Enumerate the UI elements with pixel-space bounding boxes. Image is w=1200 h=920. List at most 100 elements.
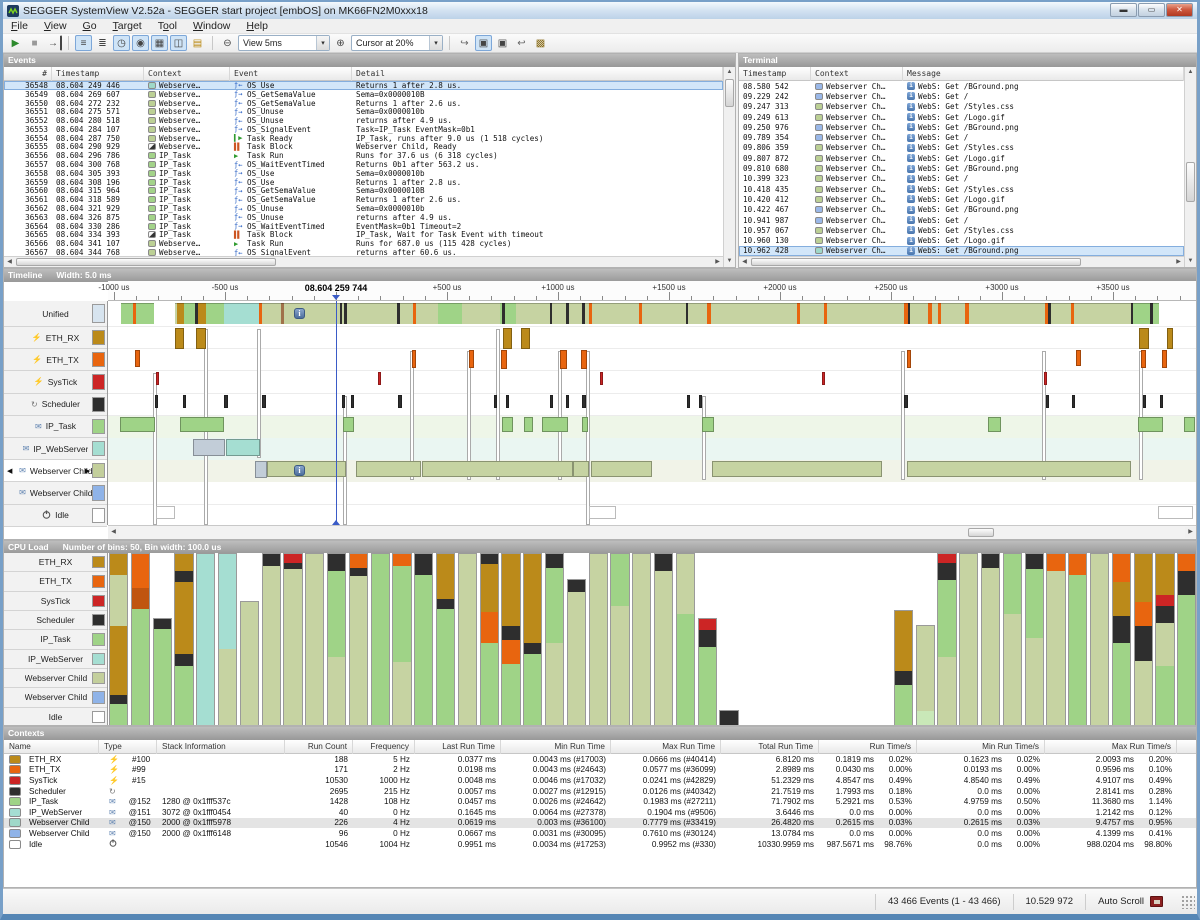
contexts-column-stack-information[interactable]: Stack Information: [157, 739, 285, 754]
context-row[interactable]: Idle 10546 1004 Hz 0.9951 ms 0.0034 ms (#172…: [4, 839, 1196, 850]
contexts-column-frequency[interactable]: Frequency: [353, 739, 415, 754]
event-row[interactable]: 36562 08.604 321 929 IP_Task ƒ→ OS_Unuse Sema…: [4, 204, 723, 213]
terminal-vertical-scrollbar[interactable]: ▲ ▼: [1184, 67, 1196, 267]
context-row[interactable]: IP_Task ✉ @152 1280 @ 0x1fff537c 1428 108 Hz 0…: [4, 796, 1196, 807]
terminal-row[interactable]: 10.941 987 Webserver Ch… i WebS: Get /: [739, 215, 1184, 225]
timeline-chart[interactable]: ii: [108, 301, 1196, 525]
context-row[interactable]: Scheduler ↻ 2695 215 Hz 0.0057 ms 0.0027 ms (…: [4, 786, 1196, 797]
event-row[interactable]: 36566 08.604 341 107 Webserve… ▶ Task Run Run…: [4, 239, 723, 248]
cpu-track-ip_webserver[interactable]: IP_WebServer: [4, 649, 107, 669]
terminal-row[interactable]: 09.810 680 Webserver Ch… i WebS: Get /BGrou…: [739, 163, 1184, 173]
menu-item-tool[interactable]: Tool: [150, 19, 185, 34]
event-row[interactable]: 36559 08.604 308 196 IP_Task ƒ← OS_Use Return…: [4, 178, 723, 187]
event-row[interactable]: 36557 08.604 300 768 IP_Task ƒ← OS_WaitEvent…: [4, 160, 723, 169]
event-fields-button[interactable]: ≣: [94, 35, 111, 51]
start-recording-button[interactable]: ▶: [7, 35, 24, 51]
cpu-track-idle[interactable]: Idle: [4, 707, 107, 725]
timeline-track-ip_task[interactable]: ✉ IP_Task: [4, 415, 107, 438]
terminal-row[interactable]: 09.229 242 Webserver Ch… i WebS: Get /: [739, 91, 1184, 101]
track-next-arrow[interactable]: ▶: [85, 467, 90, 475]
contexts-column-last-run-time[interactable]: Last Run Time: [415, 739, 501, 754]
event-row[interactable]: 36554 08.604 287 750 Webserve… ▍▶ Task Ready…: [4, 134, 723, 143]
terminal-row[interactable]: 10.399 323 Webserver Ch… i WebS: Get /: [739, 174, 1184, 184]
contexts-column-max-run-time-s[interactable]: Max Run Time/s: [1045, 739, 1177, 754]
contexts-column-name[interactable]: Name: [4, 739, 99, 754]
event-row[interactable]: 36548 08.604 249 446 Webserve… ƒ← OS_Use Retu…: [4, 81, 723, 90]
contexts-table-header[interactable]: Name Type Stack Information Run Count Freque…: [4, 739, 1196, 754]
terminal-row[interactable]: 10.422 467 Webserver Ch… i WebS: Get /BGrou…: [739, 205, 1184, 215]
events-column-Detail[interactable]: Detail: [352, 66, 723, 81]
minimize-button[interactable]: ▬: [1110, 3, 1137, 17]
event-row[interactable]: 36558 08.604 305 393 IP_Task ƒ→ OS_Use Sema=0…: [4, 169, 723, 178]
context-row[interactable]: IP_WebServer ✉ @151 3072 @ 0x1fff0454 40 0 Hz…: [4, 807, 1196, 818]
timeline-ruler[interactable]: -1000 us -500 us +500 us +1000 us +1500 us +2…: [98, 281, 1196, 301]
events-table-header[interactable]: # Timestamp Context Event Detail: [4, 66, 723, 81]
terminal-horizontal-scrollbar[interactable]: ◀ ▶: [739, 256, 1184, 267]
menu-item-help[interactable]: Help: [238, 19, 276, 34]
terminal-row[interactable]: 10.957 067 Webserver Ch… i WebS: Get /Style…: [739, 225, 1184, 235]
timeline-track-unified[interactable]: Unified: [4, 301, 107, 327]
terminal-row[interactable]: 09.789 354 Webserver Ch… i WebS: Get /: [739, 132, 1184, 142]
context-row[interactable]: SysTick ⚡ #15 10530 1000 Hz 0.0048 ms 0.0046 m…: [4, 775, 1196, 786]
event-row[interactable]: 36550 08.604 272 232 Webserve… ƒ← OS_GetSema…: [4, 99, 723, 108]
cpu-track-systick[interactable]: SysTick: [4, 591, 107, 611]
terminal-panel-button[interactable]: ◫: [170, 35, 187, 51]
context-row[interactable]: ETH_TX ⚡ #99 171 2 Hz 0.0198 ms 0.0043 ms (#24…: [4, 765, 1196, 776]
menu-item-target[interactable]: Target: [105, 19, 150, 34]
cpu-track-eth_tx[interactable]: ETH_TX: [4, 572, 107, 592]
event-row[interactable]: 36567 08.604 344 768 Webserve… ƒ← OS_SignalE…: [4, 248, 723, 256]
contexts-column-min-run-time-s[interactable]: Min Run Time/s: [917, 739, 1045, 754]
status-autoscroll[interactable]: Auto Scroll: [1085, 893, 1181, 910]
filter-button[interactable]: ▩: [532, 35, 549, 51]
log-panel-button[interactable]: ▤: [189, 35, 206, 51]
menu-item-view[interactable]: View: [36, 19, 75, 34]
timeline-panel-button[interactable]: ◷: [113, 35, 130, 51]
event-row[interactable]: 36560 08.604 315 964 IP_Task ƒ→ OS_GetSemaVa…: [4, 186, 723, 195]
contexts-column-type[interactable]: Type: [99, 739, 157, 754]
events-column-Context[interactable]: Context: [144, 66, 230, 81]
terminal-column-timestamp[interactable]: Timestamp: [739, 66, 811, 81]
terminal-table-header[interactable]: Timestamp Context Message: [739, 66, 1184, 81]
context-row[interactable]: Webserver Child ✉ @150 2000 @ 0x1fff5978 226…: [4, 817, 1196, 829]
contexts-column-run-count[interactable]: Run Count: [285, 739, 353, 754]
show-in-timeline-button[interactable]: ▣: [475, 35, 492, 51]
timeline-track-webserver-child[interactable]: ◀ ▶ ✉ Webserver Child: [4, 460, 107, 483]
info-icon[interactable]: i: [294, 465, 306, 477]
terminal-row[interactable]: 09.249 613 Webserver Ch… i WebS: Get /Logo.…: [739, 112, 1184, 122]
zoom-out-button[interactable]: ⊖: [219, 35, 236, 51]
goto-event-button[interactable]: ↪: [456, 35, 473, 51]
chevron-down-icon[interactable]: ▾: [429, 36, 442, 50]
cpu-load-chart[interactable]: [108, 553, 1196, 725]
contexts-panel-button[interactable]: ▦: [151, 35, 168, 51]
info-icon[interactable]: i: [294, 308, 306, 319]
terminal-row[interactable]: 10.420 412 Webserver Ch… i WebS: Get /Logo.…: [739, 194, 1184, 204]
cpu-track-ip_task[interactable]: IP_Task: [4, 630, 107, 650]
cpu-load-panel-button[interactable]: ◉: [132, 35, 149, 51]
event-row[interactable]: 36565 08.604 334 393 IP_Task ▌▌ Task Block IP…: [4, 230, 723, 239]
close-button[interactable]: ✕: [1166, 3, 1193, 17]
event-row[interactable]: 36556 08.604 296 786 IP_Task ▶ Task Run Runs …: [4, 151, 723, 160]
terminal-row[interactable]: 09.806 359 Webserver Ch… i WebS: Get /Style…: [739, 143, 1184, 153]
events-panel-button[interactable]: ≡: [75, 35, 92, 51]
events-column-Event[interactable]: Event: [230, 66, 352, 81]
stop-recording-button[interactable]: ■: [26, 35, 43, 51]
event-row[interactable]: 36553 08.604 284 107 Webserve… ƒ→ OS_SignalE…: [4, 125, 723, 134]
chevron-down-icon[interactable]: ▾: [316, 36, 329, 50]
events-horizontal-scrollbar[interactable]: ◀ ▶: [4, 256, 723, 267]
timeline-horizontal-scrollbar[interactable]: ◀ ▶: [108, 525, 1196, 539]
timeline-track-eth_tx[interactable]: ⚡ ETH_TX: [4, 349, 107, 372]
cpu-track-eth_rx[interactable]: ETH_RX: [4, 553, 107, 573]
event-row[interactable]: 36561 08.604 318 589 IP_Task ƒ← OS_GetSemaVa…: [4, 195, 723, 204]
events-column-Timestamp[interactable]: Timestamp: [52, 66, 144, 81]
zoom-in-button[interactable]: ⊕: [332, 35, 349, 51]
contexts-column-max-run-time[interactable]: Max Run Time: [611, 739, 721, 754]
track-prev-arrow[interactable]: ◀: [7, 467, 12, 475]
terminal-column-context[interactable]: Context: [811, 66, 903, 81]
timeline-track-ip_webserver[interactable]: ✉ IP_WebServer: [4, 437, 107, 461]
cpu-track-webserver-child[interactable]: Webserver Child: [4, 688, 107, 708]
events-column-num[interactable]: #: [4, 66, 52, 81]
cursor-position-select[interactable]: Cursor at 20% ▾: [351, 35, 443, 51]
contexts-column-run-time-s[interactable]: Run Time/s: [819, 739, 917, 754]
timeline-track-webserver-child[interactable]: ✉ Webserver Child: [4, 482, 107, 505]
event-row[interactable]: 36552 08.604 280 518 Webserve… ƒ← OS_Unuse re…: [4, 116, 723, 125]
